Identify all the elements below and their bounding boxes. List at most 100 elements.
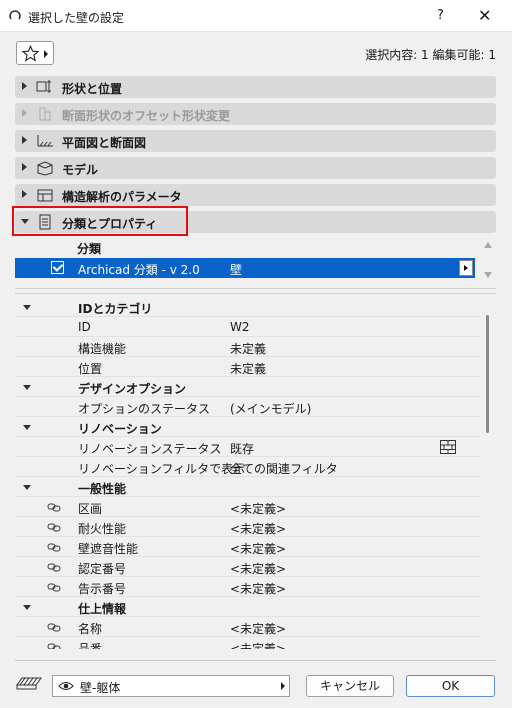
group-header[interactable]: 仕上情報: [15, 597, 480, 617]
property-label: 告示番号: [78, 582, 127, 596]
cancel-button[interactable]: キャンセル: [306, 675, 394, 697]
property-row[interactable]: ID W2: [15, 317, 480, 337]
help-button[interactable]: ?: [437, 8, 444, 23]
group-header[interactable]: IDとカテゴリ: [15, 297, 480, 317]
group-label: リノベーション: [78, 422, 162, 436]
floorplan-icon: [37, 135, 53, 147]
property-value[interactable]: <未定義>: [230, 640, 286, 649]
property-label: 認定番号: [78, 562, 127, 576]
property-label: 位置: [78, 362, 103, 376]
link-icon: [47, 543, 61, 552]
classification-scrollbar[interactable]: [480, 238, 496, 282]
property-row[interactable]: リノベーションフィルタで表示 全ての関連フィルタ: [15, 457, 480, 477]
property-value[interactable]: <未定義>: [230, 620, 286, 637]
group-label: 仕上情報: [78, 602, 127, 616]
structural-icon: [37, 189, 53, 202]
chevron-right-icon: [22, 190, 27, 198]
splitter[interactable]: [15, 288, 496, 294]
property-label: 構造機能: [78, 342, 127, 356]
chevron-right-icon: [22, 163, 27, 171]
property-value[interactable]: 既存: [230, 440, 254, 457]
property-row[interactable]: 告示番号 <未定義>: [15, 577, 480, 597]
properties-scrollbar[interactable]: [484, 297, 494, 649]
property-value[interactable]: W2: [230, 320, 250, 334]
property-label: 耐火性能: [78, 522, 127, 536]
property-row[interactable]: 区画 <未定義>: [15, 497, 480, 517]
selection-info: 選択内容: 1 編集可能: 1: [365, 48, 496, 62]
scroll-up-icon[interactable]: [484, 242, 492, 248]
classification-value: 壁: [230, 263, 243, 277]
property-value[interactable]: 未定義: [230, 340, 266, 357]
classification-more-button[interactable]: [459, 260, 473, 276]
section-model[interactable]: モデル: [15, 157, 496, 179]
section-structural[interactable]: 構造解析のパラメータ: [15, 184, 496, 206]
property-value[interactable]: <未定義>: [230, 560, 286, 577]
section-floorplan[interactable]: 平面図と断面図: [15, 130, 496, 152]
section-geometry[interactable]: 形状と位置: [15, 76, 496, 98]
property-value[interactable]: 全ての関連フィルタ: [230, 460, 338, 477]
app-icon: [9, 10, 21, 20]
classification-checkbox[interactable]: [51, 261, 64, 274]
property-row[interactable]: 耐火性能 <未定義>: [15, 517, 480, 537]
geometry-icon: [36, 80, 51, 93]
profile-offset-icon: [39, 107, 51, 121]
eye-icon: [58, 682, 74, 690]
link-icon: [47, 563, 61, 572]
link-icon: [47, 643, 61, 649]
link-icon: [47, 623, 61, 632]
classification-row[interactable]: Archicad 分類 - v 2.0 壁: [15, 258, 475, 278]
property-label: オプションのステータス: [78, 402, 211, 416]
property-row[interactable]: リノベーションステータス 既存: [15, 437, 480, 457]
property-value[interactable]: 未定義: [230, 360, 266, 377]
scroll-down-icon[interactable]: [484, 272, 492, 278]
chevron-down-icon: [23, 605, 31, 610]
classification-header: 分類: [77, 242, 102, 256]
annotation-highlight: [12, 206, 188, 236]
property-row[interactable]: オプションのステータス (メインモデル): [15, 397, 480, 417]
property-value[interactable]: (メインモデル): [230, 400, 311, 417]
property-label: 名称: [78, 622, 103, 636]
property-label: 区画: [78, 502, 103, 516]
property-row[interactable]: 品番 <未定義>: [15, 637, 480, 649]
property-label: ID: [78, 320, 91, 334]
section-label: 断面形状のオフセット形状変更: [62, 109, 231, 123]
chevron-right-icon: [44, 50, 48, 58]
chevron-right-icon: [22, 136, 27, 144]
property-value[interactable]: <未定義>: [230, 520, 286, 537]
property-row[interactable]: 認定番号 <未定義>: [15, 557, 480, 577]
chevron-down-icon: [23, 485, 31, 490]
properties-list: IDとカテゴリ ID W2 構造機能 未定義 位置 未定義 デザインオプション オプシ…: [15, 297, 480, 649]
property-value[interactable]: <未定義>: [230, 500, 286, 517]
property-label: リノベーションフィルタで表示: [78, 462, 246, 476]
close-button[interactable]: ✕: [478, 6, 491, 25]
ok-button[interactable]: OK: [406, 675, 495, 697]
property-row[interactable]: 壁遮音性能 <未定義>: [15, 537, 480, 557]
group-header[interactable]: リノベーション: [15, 417, 480, 437]
chevron-right-icon: [22, 109, 27, 117]
chevron-down-icon: [23, 305, 31, 310]
group-header[interactable]: デザインオプション: [15, 377, 480, 397]
brick-wall-icon[interactable]: [440, 440, 456, 454]
link-icon: [47, 583, 61, 592]
section-label: 平面図と断面図: [62, 136, 147, 150]
favorites-button[interactable]: [16, 41, 54, 65]
property-label: 品番: [78, 642, 103, 649]
window-title: 選択した壁の設定: [28, 11, 125, 25]
section-label: モデル: [62, 163, 99, 177]
property-row[interactable]: 構造機能 未定義: [15, 337, 480, 357]
layer-dropdown[interactable]: 壁-躯体: [52, 675, 290, 697]
link-icon: [47, 523, 61, 532]
property-row[interactable]: 名称 <未定義>: [15, 617, 480, 637]
layer-value: 壁-躯体: [80, 681, 121, 695]
chevron-down-icon: [23, 385, 31, 390]
section-label: 形状と位置: [62, 82, 123, 96]
property-row[interactable]: 位置 未定義: [15, 357, 480, 377]
property-value[interactable]: <未定義>: [230, 580, 286, 597]
link-icon: [47, 503, 61, 512]
property-value[interactable]: <未定義>: [230, 540, 286, 557]
group-header[interactable]: 一般性能: [15, 477, 480, 497]
group-label: 一般性能: [78, 482, 127, 496]
scrollbar-thumb[interactable]: [486, 315, 489, 433]
section-label: 構造解析のパラメータ: [62, 190, 182, 204]
section-profile-offset: 断面形状のオフセット形状変更: [15, 103, 496, 125]
